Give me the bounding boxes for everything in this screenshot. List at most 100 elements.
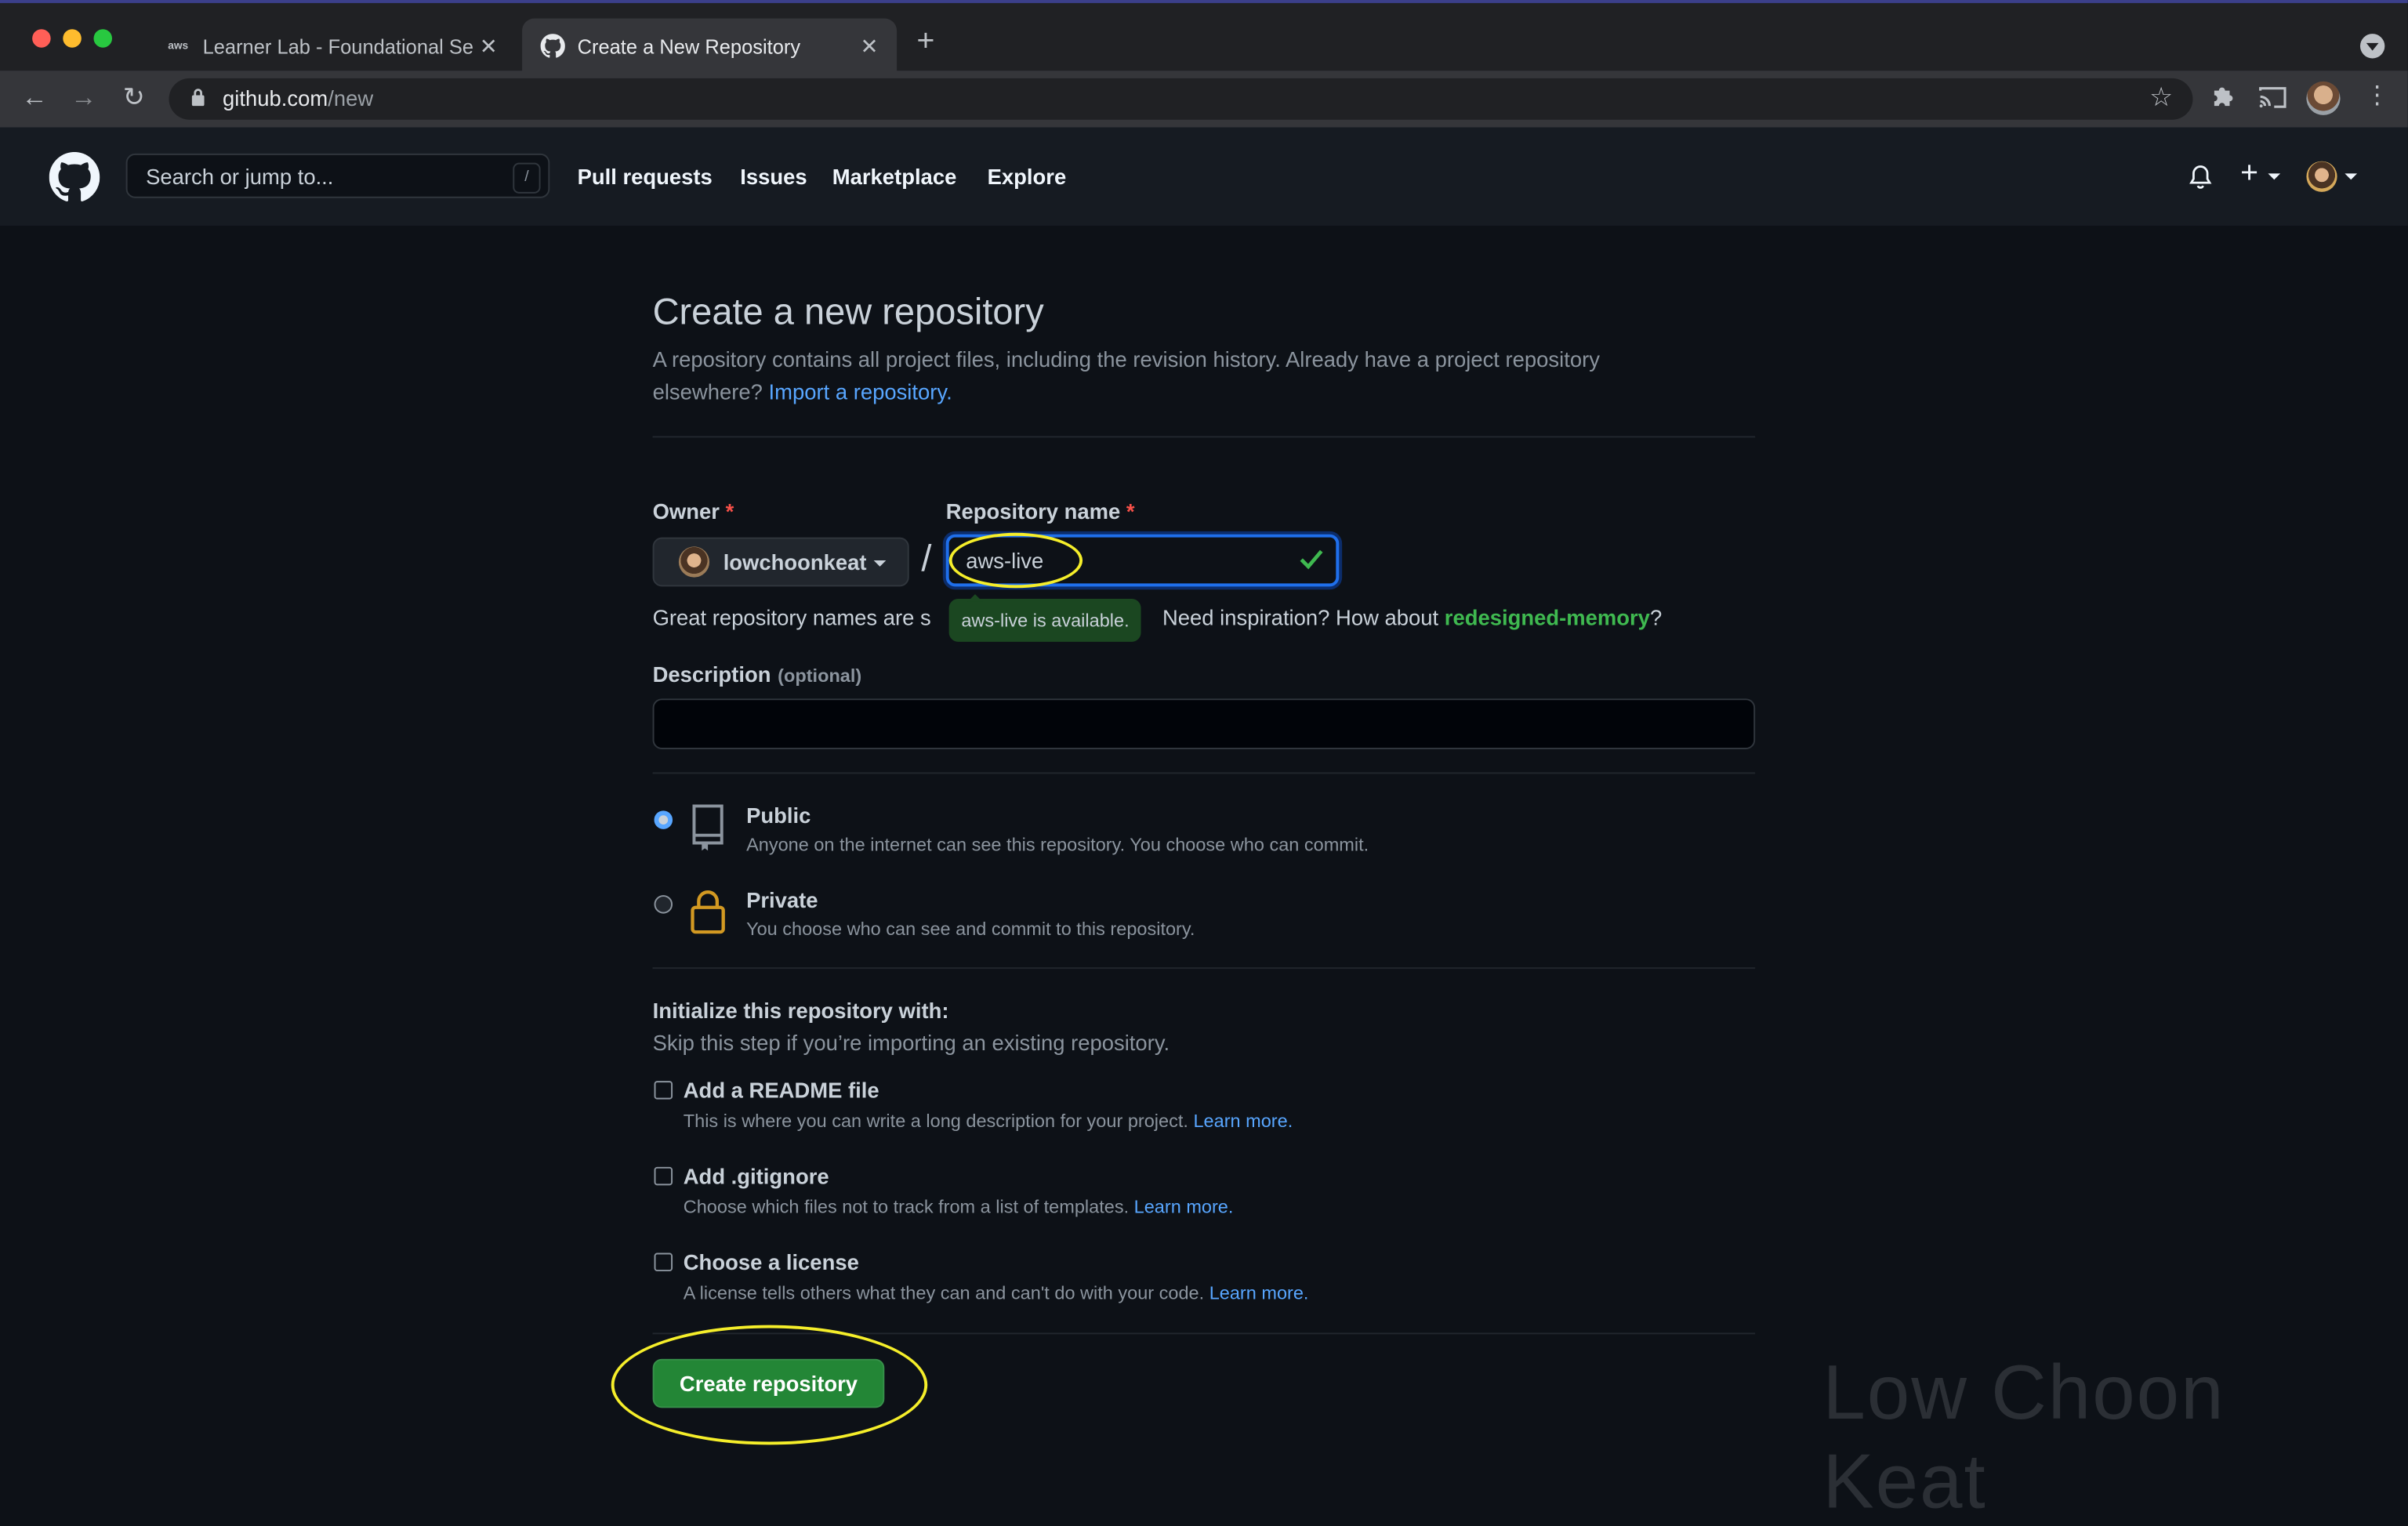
chevron-down-icon[interactable]	[2345, 173, 2358, 180]
tab-learner-lab[interactable]: aws Learner Lab - Foundational Se ✕	[147, 19, 516, 74]
lock-icon	[190, 88, 206, 115]
tab-label: Learner Lab - Foundational Se	[202, 34, 474, 58]
repo-name-label: Repository name *	[946, 499, 1135, 524]
chevron-down-icon[interactable]	[2268, 173, 2281, 180]
public-note: Anyone on the internet can see this repo…	[746, 833, 1369, 856]
owner-label: Owner *	[653, 499, 734, 524]
address-bar[interactable]: github.com/new ☆	[169, 78, 2193, 120]
readme-title: Add a README file	[683, 1078, 879, 1103]
owner-avatar	[678, 546, 710, 578]
highlight-circle	[611, 1325, 928, 1445]
license-note-text: A license tells others what they can and…	[683, 1281, 1205, 1304]
new-repository-form: Create a new repository A repository con…	[611, 292, 1756, 1445]
inspiration-text: Need inspiration? How about redesigned-m…	[1162, 605, 1662, 629]
owner-repo-separator: /	[921, 538, 932, 581]
owner-value: lowchoonkeat	[723, 549, 867, 575]
profile-avatar[interactable]	[2306, 81, 2341, 115]
maximize-window-button[interactable]	[93, 29, 113, 48]
close-window-button[interactable]	[32, 29, 51, 48]
cast-icon[interactable]	[2259, 86, 2287, 117]
extensions-icon[interactable]	[2210, 85, 2236, 118]
forward-icon[interactable]: →	[71, 83, 96, 114]
private-note: You choose who can see and commit to thi…	[746, 918, 1195, 940]
browser-toolbar: ← → ↻ github.com/new ☆ ⋮	[0, 71, 2408, 128]
aws-icon: aws	[168, 40, 189, 52]
gitignore-note-text: Choose which files not to track from a l…	[683, 1196, 1130, 1218]
readme-note-text: This is where you can write a long descr…	[683, 1110, 1188, 1132]
browser-tab-strip: aws Learner Lab - Foundational Se ✕ Crea…	[0, 0, 2408, 74]
bookmark-star-icon[interactable]: ☆	[2149, 83, 2173, 114]
page-title: Create a new repository	[652, 292, 1044, 334]
chevron-down-icon	[873, 560, 887, 567]
description-input[interactable]	[652, 698, 1756, 749]
repo-name-label-text: Repository name	[945, 498, 1121, 524]
lock-icon	[690, 889, 727, 943]
close-tab-icon[interactable]: ✕	[480, 33, 498, 59]
nav-marketplace[interactable]: Marketplace	[832, 165, 957, 189]
github-header: Search or jump to... / Pull requests Iss…	[0, 127, 2408, 226]
page-subtitle: A repository contains all project files,…	[653, 344, 1756, 408]
minimize-window-button[interactable]	[63, 29, 82, 48]
divider	[652, 967, 1756, 970]
url-path: /new	[328, 85, 374, 111]
create-new-plus-icon[interactable]: +	[2240, 157, 2258, 192]
readme-learn-more-link[interactable]: Learn more.	[1193, 1110, 1293, 1131]
browser-menu-icon[interactable]: ⋮	[2365, 83, 2389, 111]
license-checkbox[interactable]	[654, 1252, 673, 1272]
close-tab-icon[interactable]: ✕	[861, 33, 879, 59]
private-title: Private	[746, 887, 818, 912]
search-input[interactable]: Search or jump to... /	[125, 153, 550, 198]
tab-search-icon[interactable]	[2359, 34, 2385, 59]
required-mark: *	[725, 498, 734, 524]
question-mark: ?	[1649, 604, 1663, 630]
search-placeholder: Search or jump to...	[146, 164, 334, 189]
public-title: Public	[746, 803, 811, 828]
new-tab-icon[interactable]: +	[917, 24, 935, 60]
nav-issues[interactable]: Issues	[740, 165, 807, 189]
gitignore-checkbox[interactable]	[654, 1166, 673, 1186]
owner-select[interactable]: lowchoonkeat	[652, 537, 909, 587]
github-logo-icon[interactable]	[49, 151, 100, 210]
reload-icon[interactable]: ↻	[123, 83, 145, 114]
nav-pull-requests[interactable]: Pull requests	[578, 165, 713, 189]
license-title: Choose a license	[683, 1249, 859, 1274]
tooltip-arrow	[967, 594, 983, 602]
url-text: github.com/new	[223, 86, 373, 111]
readme-note: This is where you can write a long descr…	[684, 1110, 1293, 1131]
subtitle-line2: elsewhere?	[652, 379, 763, 404]
description-label-text: Description	[652, 662, 771, 687]
gitignore-learn-more-link[interactable]: Learn more.	[1134, 1196, 1234, 1217]
divider	[652, 772, 1756, 774]
subtitle-line1: A repository contains all project files,…	[652, 346, 1600, 372]
user-avatar[interactable]	[2306, 161, 2337, 192]
hint-prefix: Great repository names are s	[652, 604, 931, 630]
optional-tag: (optional)	[778, 665, 862, 687]
nav-explore[interactable]: Explore	[988, 165, 1067, 189]
readme-checkbox[interactable]	[654, 1081, 673, 1100]
availability-tooltip: aws-live is available.	[948, 599, 1142, 642]
repo-name-hint: Great repository names are s	[653, 605, 931, 629]
public-radio[interactable]	[654, 810, 673, 829]
divider	[652, 436, 1756, 438]
url-host: github.com	[223, 85, 328, 111]
repo-icon	[690, 803, 727, 860]
back-icon[interactable]: ←	[21, 83, 47, 114]
gitignore-title: Add .gitignore	[683, 1163, 829, 1189]
license-note: A license tells others what they can and…	[684, 1282, 1309, 1303]
suggested-name-link[interactable]: redesigned-memory	[1445, 605, 1650, 629]
github-icon	[540, 34, 565, 58]
watermark: Low Choon Keat	[1822, 1349, 2225, 1525]
hint-suffix: Need inspiration? How about	[1162, 604, 1439, 630]
highlight-circle	[948, 532, 1083, 589]
tab-label: Create a New Repository	[577, 34, 801, 58]
license-learn-more-link[interactable]: Learn more.	[1209, 1282, 1309, 1303]
search-shortcut-key: /	[513, 162, 541, 194]
tab-create-repository[interactable]: Create a New Repository ✕	[522, 18, 898, 74]
notifications-bell-icon[interactable]	[2189, 165, 2213, 198]
init-subtitle: Skip this step if you’re importing an ex…	[652, 1030, 1170, 1055]
init-heading: Initialize this repository with:	[652, 998, 949, 1023]
private-radio[interactable]	[654, 895, 673, 914]
check-icon	[1299, 548, 1323, 577]
gitignore-note: Choose which files not to track from a l…	[684, 1196, 1234, 1217]
import-repository-link[interactable]: Import a repository.	[768, 379, 952, 404]
